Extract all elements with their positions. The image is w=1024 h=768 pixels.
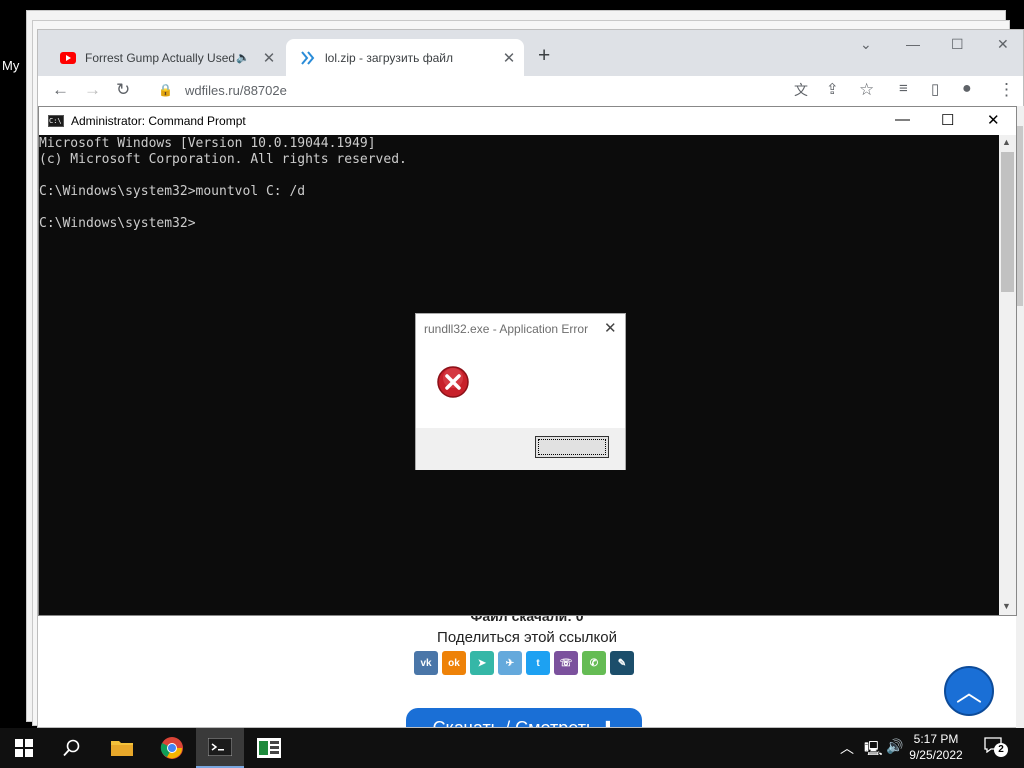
page-scrollbar[interactable] xyxy=(1016,106,1024,728)
lock-icon[interactable]: 🔒 xyxy=(158,83,173,97)
scroll-down-icon[interactable]: ▼ xyxy=(1002,601,1011,611)
share-buttons: vk ok ➤ ✈ t ☏ ✆ ✎ xyxy=(414,651,634,675)
desktop: My Forrest Gump Actually Used 🔈 ✕ lol.zi… xyxy=(0,0,1024,728)
start-button[interactable] xyxy=(0,728,48,768)
tab-wdfiles[interactable]: lol.zip - загрузить файл ✕ xyxy=(286,39,524,76)
send-share-icon[interactable]: ➤ xyxy=(470,651,494,675)
new-tab-button[interactable]: + xyxy=(538,44,550,68)
clock-time: 5:17 PM xyxy=(913,732,959,746)
error-dialog: rundll32.exe - Application Error ✕ xyxy=(415,313,626,470)
url-text[interactable]: wdfiles.ru/88702e xyxy=(185,83,287,98)
cmd-maximize-button[interactable]: ☐ xyxy=(941,111,954,129)
ok-button[interactable] xyxy=(535,436,609,458)
cmd-icon xyxy=(208,738,232,756)
error-dialog-close-icon[interactable]: ✕ xyxy=(604,319,617,337)
window-app-icon xyxy=(257,738,281,758)
folder-icon xyxy=(111,741,133,756)
share-icon[interactable]: ⇪ xyxy=(826,80,839,98)
odnoklassniki-share-icon[interactable]: ok xyxy=(442,651,466,675)
tab-strip: Forrest Gump Actually Used 🔈 ✕ lol.zip -… xyxy=(38,30,1023,76)
bookmark-star-icon[interactable]: ☆ xyxy=(859,80,874,100)
notification-badge: 2 xyxy=(994,743,1008,757)
error-dialog-footer xyxy=(416,428,625,470)
download-button[interactable]: Скачать / Смотреть ⬇ xyxy=(406,708,642,727)
edit-share-icon[interactable]: ✎ xyxy=(610,651,634,675)
windows-logo-icon xyxy=(15,739,33,757)
chevron-up-icon[interactable]: ︿ xyxy=(840,738,854,758)
error-icon xyxy=(436,365,470,404)
close-tab-icon[interactable]: ✕ xyxy=(258,49,280,67)
menu-kebab-icon[interactable]: ⋮ xyxy=(998,80,1015,100)
search-button[interactable] xyxy=(48,728,96,768)
cmd-close-button[interactable]: ✕ xyxy=(987,111,1000,129)
cmd-minimize-button[interactable]: — xyxy=(895,111,910,128)
viber-share-icon[interactable]: ☏ xyxy=(554,651,578,675)
page-scrollbar-thumb[interactable] xyxy=(1017,126,1023,306)
scroll-up-icon[interactable]: ▲ xyxy=(1002,137,1011,147)
speaker-icon[interactable]: 🔈 xyxy=(236,51,250,64)
whatsapp-share-icon[interactable]: ✆ xyxy=(582,651,606,675)
taskbar: ︿ 🖳 🔊 5:17 PM 9/25/2022 2 xyxy=(0,728,1024,768)
console-line: C:\Windows\system32>mountvol C: /d xyxy=(39,184,306,199)
file-explorer-button[interactable] xyxy=(98,728,146,768)
cmd-icon: C:\ xyxy=(48,115,64,127)
console-scrollbar[interactable]: ▲ ▼ xyxy=(999,135,1016,615)
browser-toolbar: ← → ↻ 🔒 wdfiles.ru/88702e 文 ⇪ ☆ ≡ ▯ ● ⋮ xyxy=(38,76,1023,106)
cmd-title: Administrator: Command Prompt xyxy=(71,114,246,128)
back-icon[interactable]: ← xyxy=(52,80,69,100)
close-window-button[interactable]: ✕ xyxy=(997,36,1009,53)
scroll-to-top-button[interactable]: ︿ xyxy=(944,666,994,716)
side-panel-icon[interactable]: ▯ xyxy=(931,80,939,98)
reload-icon[interactable]: ↻ xyxy=(116,80,130,100)
app-taskbar-button[interactable] xyxy=(245,728,293,768)
telegram-share-icon[interactable]: ✈ xyxy=(498,651,522,675)
tab-title: lol.zip - загрузить файл xyxy=(325,50,453,65)
desktop-icon-label[interactable]: My xyxy=(2,58,19,73)
vk-share-icon[interactable]: vk xyxy=(414,651,438,675)
share-label: Поделиться этой ссылкой xyxy=(437,629,617,646)
profile-avatar-icon[interactable]: ● xyxy=(962,80,972,98)
tab-title: Forrest Gump Actually Used xyxy=(85,50,236,65)
notification-center-button[interactable]: 2 xyxy=(984,737,1008,757)
chrome-button[interactable] xyxy=(148,728,196,768)
cmd-titlebar[interactable]: C:\ Administrator: Command Prompt xyxy=(39,107,1016,135)
search-icon xyxy=(63,739,80,757)
translate-icon[interactable]: 文 xyxy=(794,80,808,100)
console-line: (c) Microsoft Corporation. All rights re… xyxy=(39,152,407,167)
tab-search-icon[interactable]: ⌄ xyxy=(860,36,872,53)
clock-date: 9/25/2022 xyxy=(909,748,963,762)
twitter-share-icon[interactable]: t xyxy=(526,651,550,675)
youtube-icon xyxy=(60,50,76,66)
minimize-button[interactable]: — xyxy=(906,36,920,52)
network-icon[interactable]: 🖳 xyxy=(864,738,883,762)
close-tab-icon[interactable]: ✕ xyxy=(498,49,520,67)
cmd-taskbar-button[interactable] xyxy=(196,728,244,768)
console-scrollbar-thumb[interactable] xyxy=(1001,152,1014,292)
wdfiles-icon xyxy=(300,50,316,66)
maximize-button[interactable]: ☐ xyxy=(951,36,964,53)
error-dialog-title: rundll32.exe - Application Error xyxy=(424,322,589,336)
tab-youtube[interactable]: Forrest Gump Actually Used 🔈 ✕ xyxy=(46,39,284,76)
chrome-icon xyxy=(160,737,183,759)
forward-icon[interactable]: → xyxy=(84,80,101,100)
console-line: Microsoft Windows [Version 10.0.19044.19… xyxy=(39,136,376,151)
clock[interactable]: 5:17 PM 9/25/2022 xyxy=(902,731,970,763)
volume-icon[interactable]: 🔊 xyxy=(886,738,903,755)
media-control-icon[interactable]: ≡ xyxy=(899,80,908,97)
console-line: C:\Windows\system32> xyxy=(39,216,196,231)
